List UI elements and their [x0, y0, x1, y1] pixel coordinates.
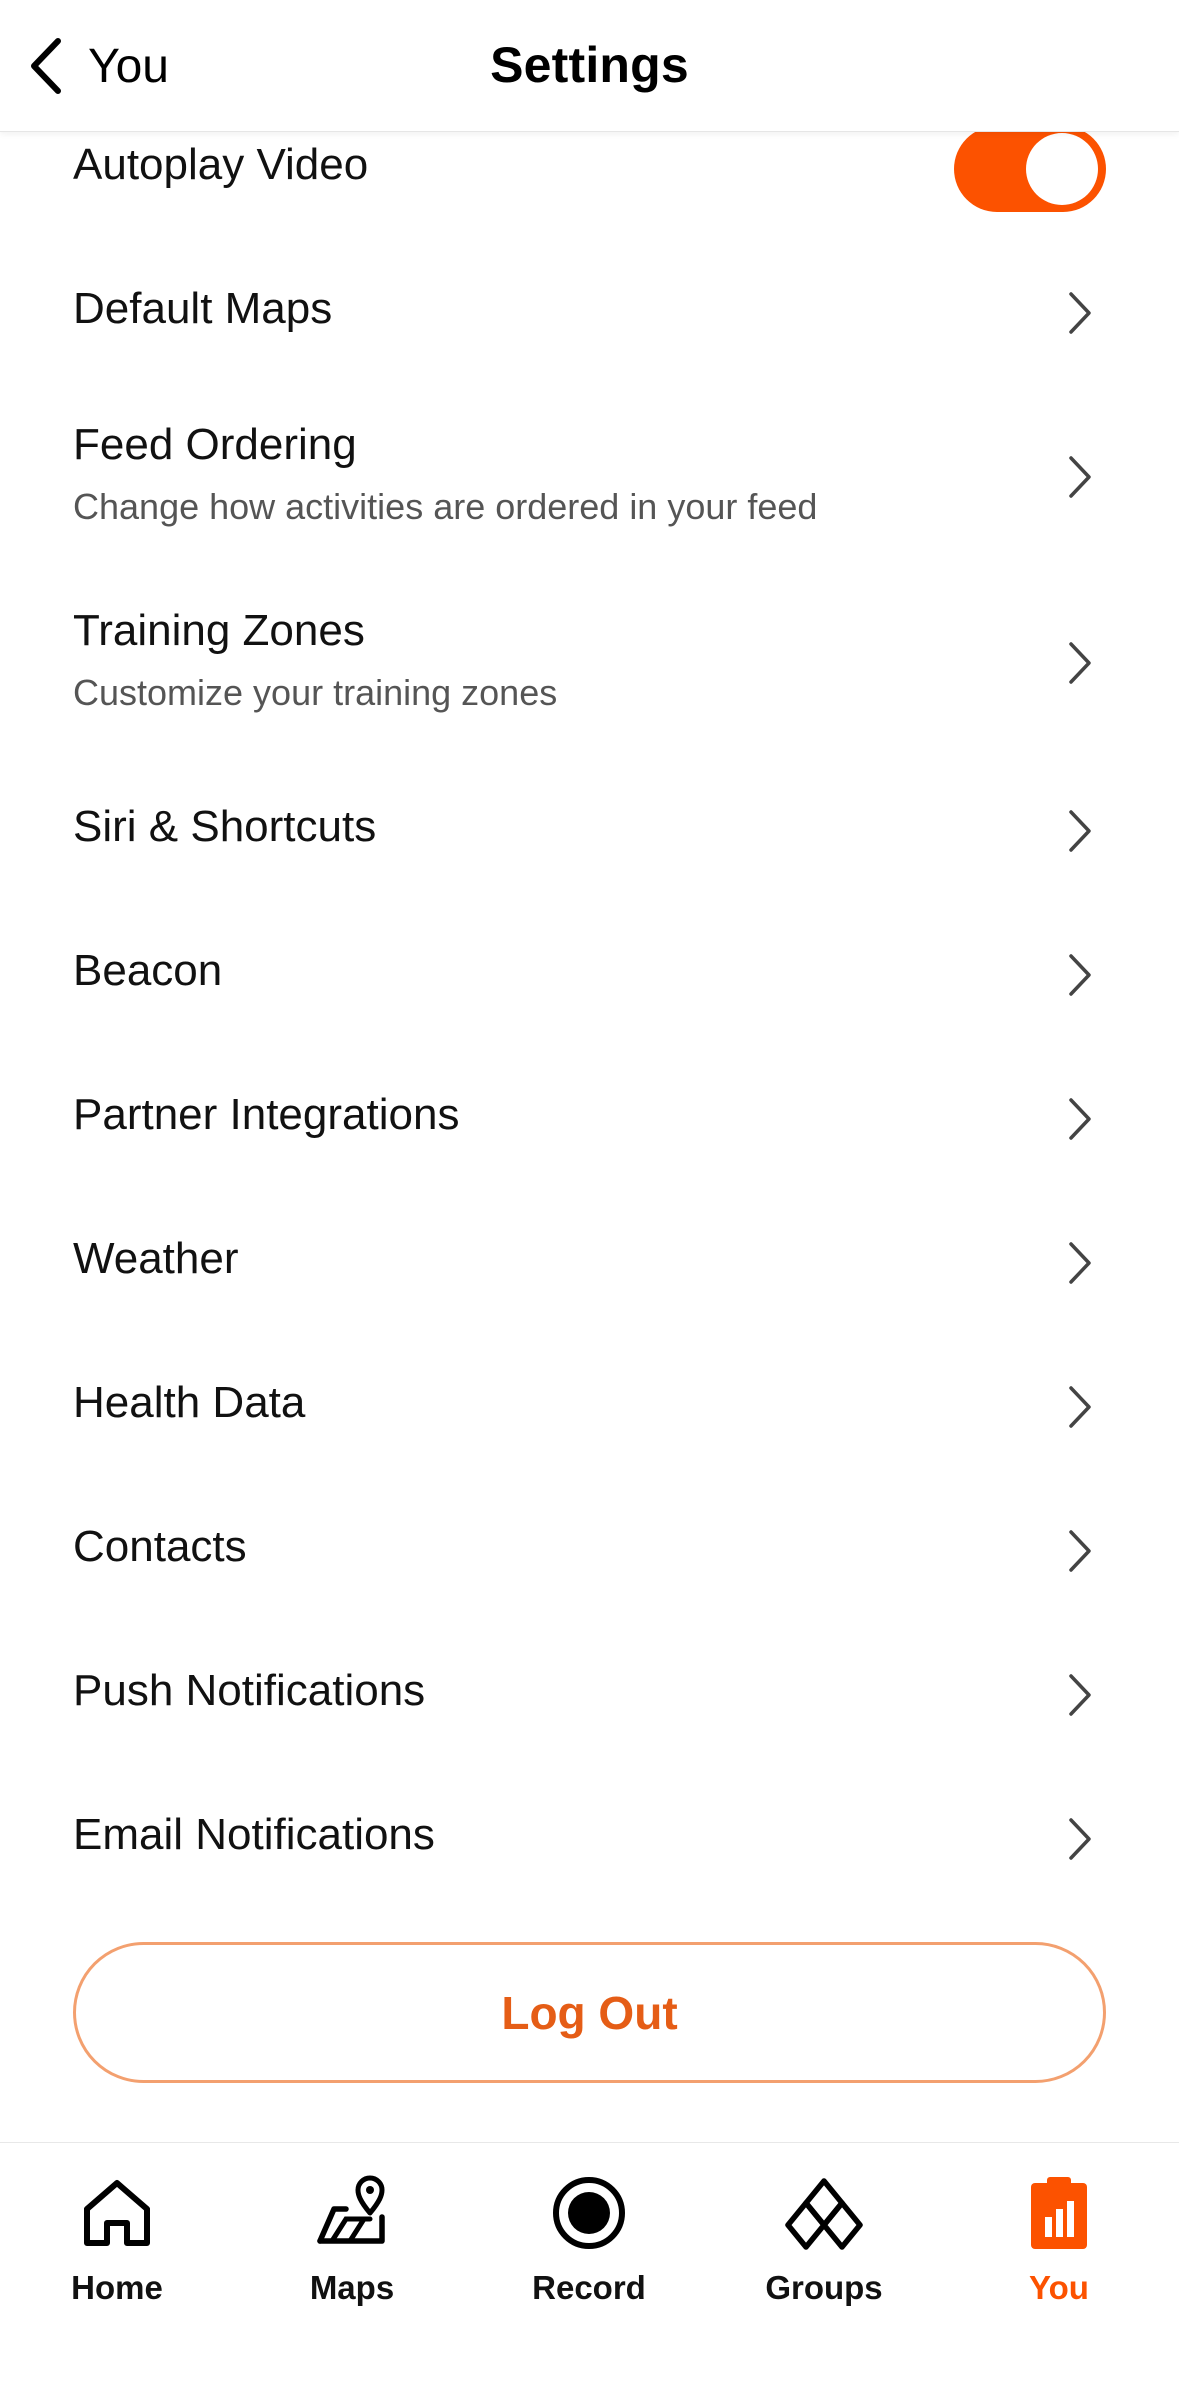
chevron-right-icon [1069, 292, 1091, 334]
settings-item-label: Health Data [73, 1378, 306, 1427]
settings-item-partner-integrations[interactable]: Partner Integrations [0, 1086, 1179, 1146]
settings-item-label: Default Maps [73, 284, 333, 333]
chevron-right-icon [1069, 954, 1091, 996]
settings-item-contacts[interactable]: Contacts [0, 1518, 1179, 1578]
settings-item-label: Beacon [73, 946, 223, 995]
groups-icon [785, 2178, 863, 2250]
settings-item-label: Weather [73, 1234, 239, 1283]
settings-item-weather[interactable]: Weather [0, 1230, 1179, 1290]
settings-item-feed-ordering[interactable]: Feed Ordering Change how activities are … [0, 416, 1179, 536]
chevron-right-icon [1069, 456, 1091, 498]
settings-item-training-zones[interactable]: Training Zones Customize your training z… [0, 602, 1179, 722]
settings-item-subtitle: Change how activities are ordered in you… [73, 486, 818, 527]
chevron-right-icon [1069, 1098, 1091, 1140]
page-title: Settings [490, 37, 689, 93]
tab-maps[interactable]: Maps [262, 2161, 442, 2311]
tab-label: Groups [765, 2269, 883, 2306]
home-icon [84, 2180, 150, 2246]
settings-item-subtitle: Customize your training zones [73, 672, 558, 713]
settings-item-push-notifications[interactable]: Push Notifications [0, 1662, 1179, 1722]
settings-item-siri-shortcuts[interactable]: Siri & Shortcuts [0, 798, 1179, 858]
maps-icon [317, 2175, 385, 2244]
tab-record[interactable]: Record [499, 2161, 679, 2311]
chevron-right-icon [1069, 1242, 1091, 1284]
chevron-right-icon [1069, 1530, 1091, 1572]
autoplay-video-toggle[interactable] [954, 126, 1106, 212]
tab-bar: Home Maps Record Groups You [0, 2142, 1179, 2396]
chevron-right-icon [1069, 1818, 1091, 1860]
chevron-right-icon [1069, 642, 1091, 684]
autoplay-video-label: Autoplay Video [73, 140, 369, 189]
settings-item-label: Push Notifications [73, 1666, 426, 1715]
tab-groups[interactable]: Groups [734, 2161, 914, 2311]
tab-home[interactable]: Home [27, 2161, 207, 2311]
settings-item-label: Feed Ordering [73, 420, 357, 469]
settings-item-beacon[interactable]: Beacon [0, 942, 1179, 1002]
tab-label: Home [71, 2269, 163, 2306]
chevron-right-icon [1069, 1386, 1091, 1428]
settings-item-default-maps[interactable]: Default Maps [0, 280, 1179, 340]
log-out-button[interactable]: Log Out [73, 1942, 1106, 2083]
tab-label: You [1029, 2269, 1089, 2306]
tab-you[interactable]: You [969, 2161, 1149, 2311]
settings-item-email-notifications[interactable]: Email Notifications [0, 1806, 1179, 1866]
record-icon [553, 2177, 625, 2249]
nav-header: You Settings [0, 0, 1179, 132]
tab-label: Maps [309, 2269, 395, 2306]
settings-item-label: Partner Integrations [73, 1090, 460, 1139]
settings-item-label: Email Notifications [73, 1810, 435, 1859]
settings-item-label: Contacts [73, 1522, 247, 1571]
settings-item-health-data[interactable]: Health Data [0, 1374, 1179, 1434]
chevron-right-icon [1069, 810, 1091, 852]
settings-item-label: Training Zones [73, 606, 365, 655]
toggle-knob [1026, 133, 1098, 205]
log-out-label: Log Out [501, 1986, 678, 2039]
you-icon [1031, 2177, 1087, 2249]
chevron-right-icon [1069, 1674, 1091, 1716]
tab-label: Record [532, 2269, 646, 2306]
settings-item-label: Siri & Shortcuts [73, 802, 377, 851]
